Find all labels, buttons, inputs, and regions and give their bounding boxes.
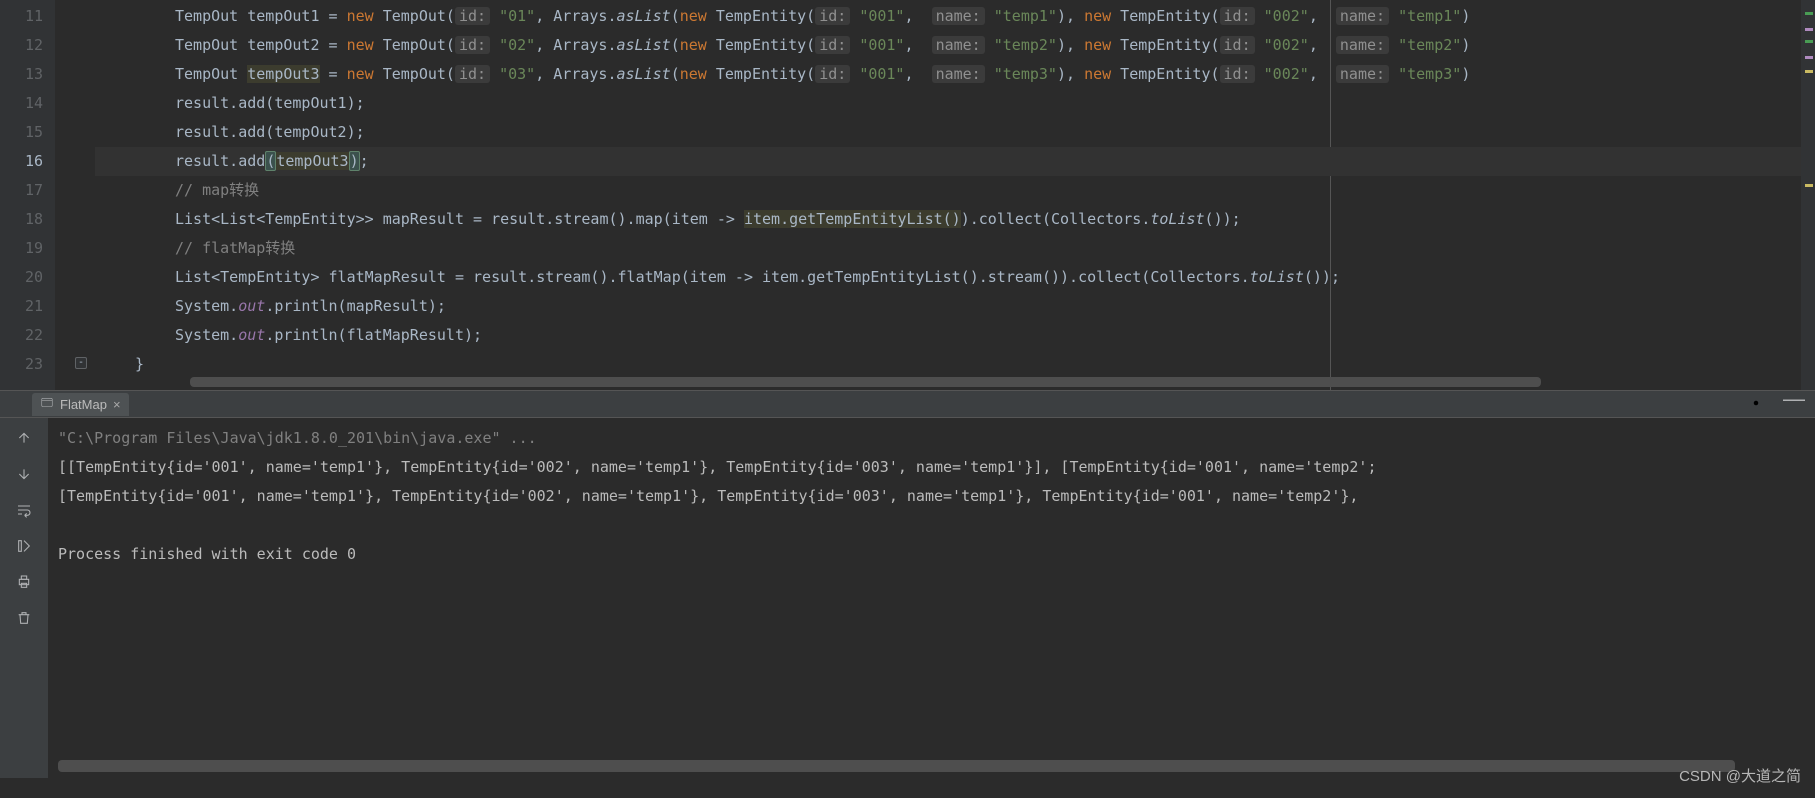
error-stripe[interactable] [1801,0,1815,390]
line-no: 19 [0,234,43,263]
code-editor[interactable]: 11 12 13 14 15 16 17 18 19 20 21 22 23 -… [0,0,1815,390]
line-no: 17 [0,176,43,205]
run-tool-body: "C:\Program Files\Java\jdk1.8.0_201\bin\… [0,418,1815,778]
line-no-current: 16 [0,147,43,176]
code-line: List<List<TempEntity>> mapResult = resul… [95,205,1801,234]
code-line: List<TempEntity> flatMapResult = result.… [95,263,1801,292]
code-area[interactable]: TempOut tempOut1 = new TempOut(id: "01",… [95,0,1801,390]
code-line: } [95,350,1801,379]
code-line: result.add(tempOut2); [95,118,1801,147]
line-no: 15 [0,118,43,147]
settings-icon[interactable] [1747,394,1765,415]
code-line: TempOut tempOut2 = new TempOut(id: "02",… [95,31,1801,60]
line-no: 21 [0,292,43,321]
code-line: TempOut tempOut1 = new TempOut(id: "01",… [95,2,1801,31]
run-config-icon [40,396,54,413]
code-line: System.out.println(flatMapResult); [95,321,1801,350]
line-no: 18 [0,205,43,234]
up-stack-icon[interactable] [14,428,34,448]
run-sidebar [0,418,48,778]
console-horizontal-scrollbar[interactable] [58,760,1735,772]
code-line: // flatMap转换 [95,234,1801,263]
line-no: 23 [0,350,43,379]
console-line [58,511,1805,540]
code-line: result.add(tempOut1); [95,89,1801,118]
code-line: TempOut tempOut3 = new TempOut(id: "03",… [95,60,1801,89]
console-output[interactable]: "C:\Program Files\Java\jdk1.8.0_201\bin\… [48,418,1815,778]
console-exit-line: Process finished with exit code 0 [58,540,1805,569]
line-no: 14 [0,89,43,118]
run-tab[interactable]: FlatMap × [32,393,129,416]
line-no: 11 [0,2,43,31]
scroll-to-end-icon[interactable] [14,536,34,556]
run-tab-label: FlatMap [60,397,107,412]
console-command-line: "C:\Program Files\Java\jdk1.8.0_201\bin\… [58,424,1805,453]
console-line: [[TempEntity{id='001', name='temp1'}, Te… [58,453,1805,482]
watermark: CSDN @大道之简 [1679,765,1801,786]
line-number-gutter: 11 12 13 14 15 16 17 18 19 20 21 22 23 [0,0,55,390]
code-line: // map转换 [95,176,1801,205]
editor-horizontal-scrollbar[interactable] [190,377,1541,387]
trash-icon[interactable] [14,608,34,628]
fold-toggle-icon[interactable]: - [75,357,87,369]
down-stack-icon[interactable] [14,464,34,484]
line-no: 13 [0,60,43,89]
print-icon[interactable] [14,572,34,592]
run-tool-header: FlatMap × — [0,390,1815,418]
fold-margin: - [55,0,95,390]
code-line-current: result.add(tempOut3); [95,147,1801,176]
line-no: 20 [0,263,43,292]
close-icon[interactable]: × [113,397,121,412]
code-line: System.out.println(mapResult); [95,292,1801,321]
console-line: [TempEntity{id='001', name='temp1'}, Tem… [58,482,1805,511]
soft-wrap-icon[interactable] [14,500,34,520]
minimize-icon[interactable]: — [1783,394,1805,415]
line-no: 22 [0,321,43,350]
line-no: 12 [0,31,43,60]
